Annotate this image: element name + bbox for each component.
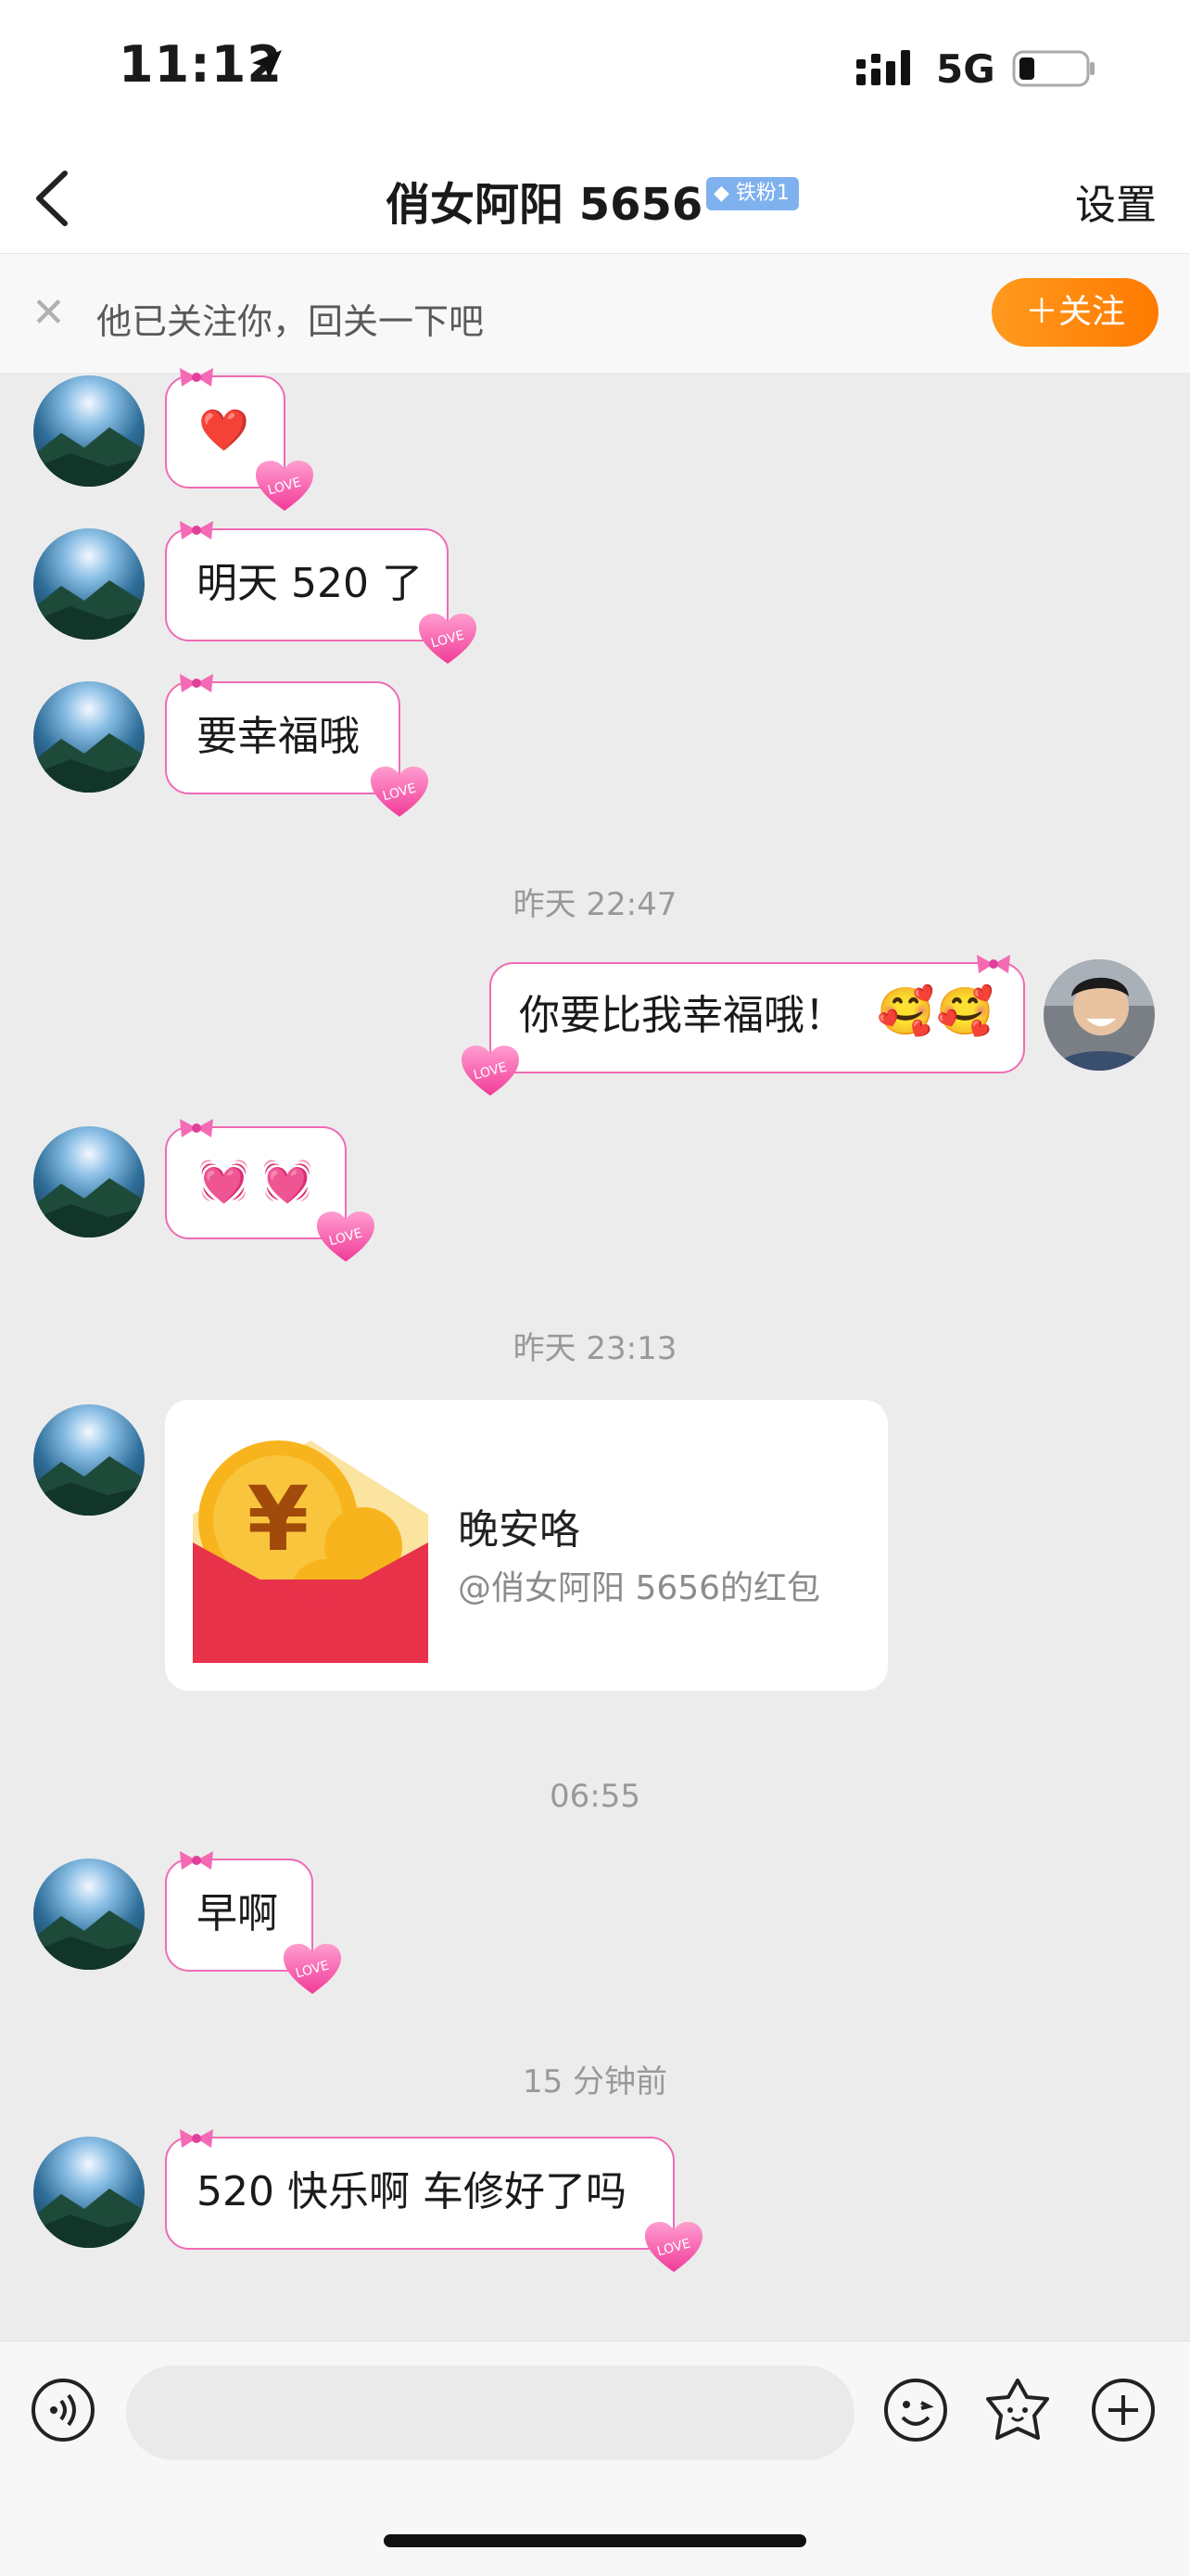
svg-text:¥: ¥ — [247, 1467, 310, 1571]
blush-emoji-icon: 🥰 — [877, 984, 935, 1038]
settings-button[interactable]: 设置 — [1075, 171, 1157, 231]
red-packet-icon: ¥ — [193, 1440, 428, 1663]
contact-avatar[interactable] — [33, 1859, 145, 1970]
message-bubble[interactable]: 明天 520 了 LOVE — [165, 521, 476, 664]
contact-avatar[interactable] — [33, 1404, 145, 1516]
love-heart-icon: LOVE — [371, 767, 428, 817]
contact-avatar[interactable] — [33, 681, 145, 793]
timestamp: 昨天 23:13 — [513, 1330, 677, 1367]
message-bubble[interactable]: 520 快乐啊 车修好了吗 LOVE — [165, 2129, 703, 2272]
chat-header: 俏女阿阳 5656 ◆ 铁粉1 设置 — [0, 144, 1190, 254]
message-bubble[interactable]: 要幸福哦 LOVE — [165, 674, 428, 817]
follow-suggestion-bar: ✕ 他已关注你，回关一下吧 ＋关注 — [0, 254, 1190, 373]
sticker-icon[interactable] — [982, 2377, 1053, 2443]
emoji-icon[interactable] — [882, 2377, 949, 2443]
chat-title[interactable]: 俏女阿阳 5656 — [386, 168, 703, 233]
message-input[interactable] — [126, 2366, 855, 2460]
love-heart-icon: LOVE — [317, 1212, 374, 1262]
contact-avatar[interactable] — [33, 375, 145, 487]
network-label: 5G — [936, 46, 995, 92]
bow-icon — [180, 1851, 213, 1870]
timestamp: 昨天 22:47 — [513, 886, 677, 923]
red-packet-card[interactable]: ¥ 晚安咯 @俏女阿阳 5656的红包 — [165, 1400, 888, 1691]
message-text: 要幸福哦 — [196, 713, 360, 760]
message-text: 明天 520 了 — [196, 560, 423, 607]
location-arrow-icon — [252, 50, 282, 80]
bow-icon — [180, 368, 213, 387]
message-text: ❤️ — [198, 407, 249, 454]
contact-avatar[interactable] — [33, 2137, 145, 2248]
contact-avatar[interactable] — [33, 528, 145, 640]
timestamp: 06:55 — [550, 1778, 640, 1815]
home-indicator — [384, 2534, 806, 2547]
my-message-bubble[interactable]: 你要比我幸福哦！ 🥰 🥰 LOVE — [462, 955, 1025, 1096]
bow-icon — [977, 955, 1010, 973]
plus-icon[interactable] — [1090, 2377, 1157, 2443]
blush-emoji-icon: 🥰 — [936, 984, 994, 1038]
follow-suggestion-text: 他已关注你，回关一下吧 — [96, 301, 485, 342]
message-bubble[interactable]: 💓 💓 LOVE — [165, 1119, 374, 1262]
message-text: 520 快乐啊 车修好了吗 — [196, 2168, 627, 2215]
timestamp: 15 分钟前 — [522, 2063, 668, 2100]
bow-icon — [180, 674, 213, 692]
bow-icon — [180, 1119, 213, 1137]
message-text: 你要比我幸福哦！ — [519, 992, 845, 1039]
contact-avatar[interactable] — [33, 1126, 145, 1237]
status-bar: 11:12 5G — [0, 0, 1190, 144]
love-heart-icon: LOVE — [462, 1046, 519, 1096]
back-arrow-icon[interactable] — [26, 166, 82, 231]
fan-badge-label: 铁粉1 — [735, 182, 790, 205]
bow-icon — [180, 2129, 213, 2148]
voice-icon[interactable] — [30, 2377, 96, 2443]
red-packet-title: 晚安咯 — [458, 1506, 580, 1554]
message-bubble[interactable]: ❤️ LOVE — [165, 368, 313, 511]
follow-button[interactable]: ＋关注 — [992, 278, 1158, 347]
love-heart-icon: LOVE — [284, 1944, 341, 1994]
love-heart-icon: LOVE — [645, 2222, 703, 2272]
close-icon[interactable]: ✕ — [32, 289, 66, 336]
signal-icon — [856, 50, 910, 85]
red-packet-subtitle: @俏女阿阳 5656的红包 — [458, 1569, 821, 1607]
message-bubble[interactable]: 早啊 LOVE — [165, 1851, 341, 1994]
love-heart-icon: LOVE — [419, 614, 476, 664]
bow-icon — [180, 521, 213, 539]
fan-badge: ◆ 铁粉1 — [706, 177, 799, 210]
message-text: 💓 💓 — [198, 1158, 313, 1205]
my-avatar[interactable] — [1044, 959, 1155, 1071]
battery-icon — [1012, 50, 1095, 87]
message-text: 早啊 — [196, 1890, 278, 1937]
love-heart-icon: LOVE — [256, 461, 313, 511]
